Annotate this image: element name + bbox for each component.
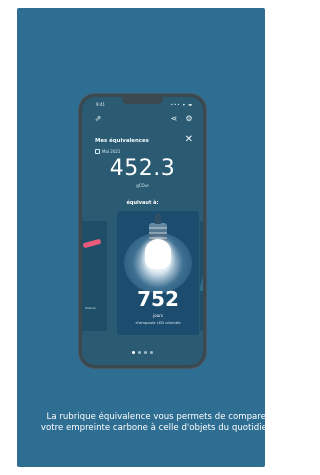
equivalence-card-current[interactable]: 752 jours d'ampoule LED allumée xyxy=(117,211,199,335)
phone-screen: 9:41 ••• ▾ ▬ ⇗ ⋖ ⚙ Mes équivalences ✕ Ma… xyxy=(82,97,203,365)
panel-title: Mes équivalences xyxy=(95,138,149,144)
close-icon[interactable]: ✕ xyxy=(185,135,193,145)
status-time: 9:41 xyxy=(96,102,105,107)
pager-dot[interactable] xyxy=(138,351,141,354)
phone-notch xyxy=(122,97,163,104)
calendar-icon xyxy=(95,149,100,154)
onboarding-caption: La rubrique équivalence vous permets de … xyxy=(40,412,265,433)
car-illustration xyxy=(82,238,102,249)
pager-dot[interactable] xyxy=(132,351,135,354)
carbon-unit: gCO₂e xyxy=(136,183,149,188)
onboarding-card: 9:41 ••• ▾ ▬ ⇗ ⋖ ⚙ Mes équivalences ✕ Ma… xyxy=(17,8,265,467)
equivalence-unit: jours xyxy=(153,313,163,318)
equivalence-label: équivaut à: xyxy=(126,200,159,206)
lightbulb-icon xyxy=(145,239,171,269)
date-label: Mai 2021 xyxy=(102,149,121,154)
pager-dot[interactable] xyxy=(150,351,153,354)
export-icon[interactable]: ⇗ xyxy=(93,114,103,124)
page: 9:41 ••• ▾ ▬ ⇗ ⋖ ⚙ Mes équivalences ✕ Ma… xyxy=(0,0,267,475)
gear-icon[interactable]: ⚙ xyxy=(184,114,194,124)
equivalence-card-prev[interactable]: Voiture xyxy=(82,221,107,331)
prev-card-label: Voiture xyxy=(85,306,96,310)
equivalence-card-next[interactable] xyxy=(200,221,203,331)
object-illustration xyxy=(200,261,203,291)
share-icon[interactable]: ⋖ xyxy=(169,114,179,124)
equivalence-number: 752 xyxy=(137,287,179,311)
carbon-value: 452.3 xyxy=(109,156,176,181)
pager-dot[interactable] xyxy=(144,351,147,354)
pager-dots[interactable] xyxy=(82,351,203,354)
date-row: Mai 2021 xyxy=(95,149,120,154)
status-icons: ••• ▾ ▬ xyxy=(170,102,193,107)
equivalence-subtitle: d'ampoule LED allumée xyxy=(135,320,181,325)
phone-mockup: 9:41 ••• ▾ ▬ ⇗ ⋖ ⚙ Mes équivalences ✕ Ma… xyxy=(79,94,206,368)
